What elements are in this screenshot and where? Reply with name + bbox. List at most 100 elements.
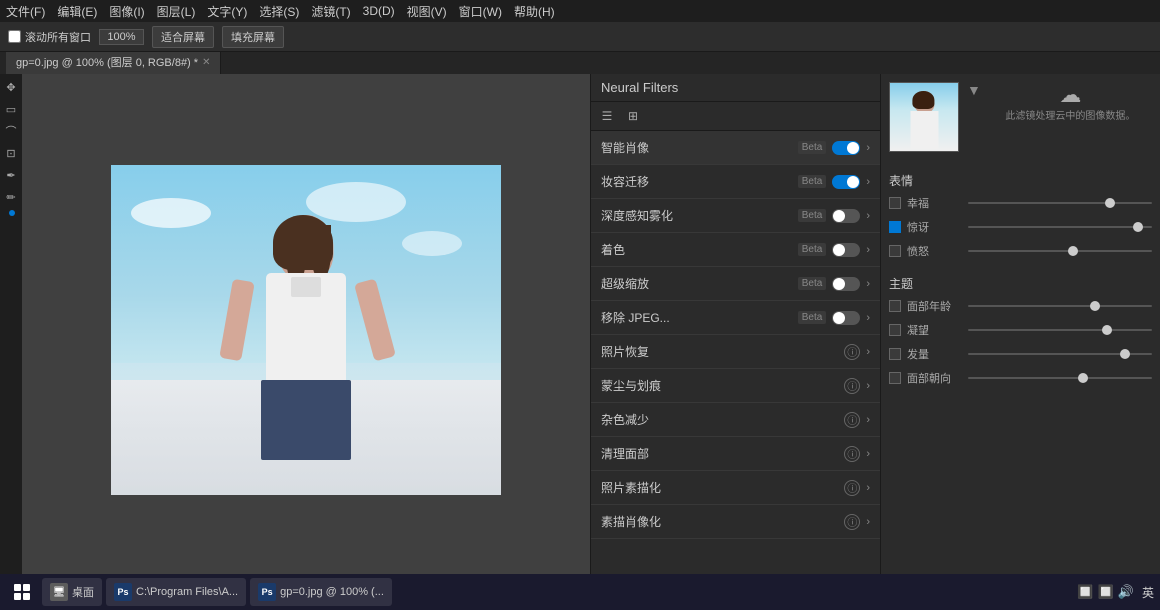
start-button[interactable] <box>6 578 38 606</box>
filter-toggle-0[interactable] <box>832 141 860 155</box>
filter-item-noise[interactable]: 杂色减少 ⓘ › <box>591 403 880 437</box>
slider-checkbox-surprise[interactable] <box>889 221 901 233</box>
menu-window[interactable]: 窗口(W) <box>459 3 502 20</box>
filter-arrow-1[interactable]: › <box>866 176 870 188</box>
filter-item-sketch[interactable]: 照片素描化 ⓘ › <box>591 471 880 505</box>
slider-thumb-gaze[interactable] <box>1102 325 1112 335</box>
menu-layer[interactable]: 图层(L) <box>157 3 196 20</box>
tool-eyedrop[interactable]: ✒ <box>2 166 20 184</box>
filter-item-clean-face[interactable]: 清理面部 ⓘ › <box>591 437 880 471</box>
filter-arrow-4[interactable]: › <box>866 278 870 290</box>
filter-toolbar-btn-1[interactable]: ☰ <box>597 106 617 126</box>
slider-checkbox-gaze[interactable] <box>889 324 901 336</box>
slider-checkbox-hair[interactable] <box>889 348 901 360</box>
filter-arrow-2[interactable]: › <box>866 210 870 222</box>
slider-label-gaze: 凝望 <box>907 322 962 338</box>
scroll-all-checkbox-container[interactable]: 滚动所有窗口 <box>8 29 91 45</box>
menu-filter[interactable]: 滤镜(T) <box>311 3 350 20</box>
filter-info-6[interactable]: ⓘ <box>844 344 860 360</box>
tool-move[interactable]: ✥ <box>2 78 20 96</box>
slider-thumb-face-dir[interactable] <box>1078 373 1088 383</box>
filter-arrow-3[interactable]: › <box>866 244 870 256</box>
filter-item-remove-jpeg[interactable]: 移除 JPEG... Beta › <box>591 301 880 335</box>
filter-item-depth-fog[interactable]: 深度感知雾化 Beta › <box>591 199 880 233</box>
filter-info-8[interactable]: ⓘ <box>844 412 860 428</box>
right-settings-panel: ▼ ☁ 此滤镜处理云中的图像数据。 表情 幸福 惊讶 <box>880 74 1160 586</box>
slider-thumb-surprise[interactable] <box>1133 222 1143 232</box>
neural-filters-panel: Neural Filters ☰ ⊞ 智能肖像 Beta › 妆容迁移 Beta <box>590 74 880 586</box>
filter-item-colorize[interactable]: 着色 Beta › <box>591 233 880 267</box>
filter-toggle-4[interactable] <box>832 277 860 291</box>
filter-toggle-5[interactable] <box>832 311 860 325</box>
taskbar-app-2[interactable]: Ps gp=0.jpg @ 100% (... <box>250 578 392 606</box>
slider-track-hair[interactable] <box>968 353 1152 355</box>
canvas-area[interactable] <box>22 74 590 586</box>
tray-icon-1[interactable]: 🔲 <box>1077 584 1093 600</box>
filter-arrow-8[interactable]: › <box>866 414 870 426</box>
preview-expand-arrow[interactable]: ▼ <box>967 82 981 98</box>
filter-name-2: 深度感知雾化 <box>601 207 798 224</box>
tray-icon-2[interactable]: 🔲 <box>1098 584 1114 600</box>
filter-item-photo-restore[interactable]: 照片恢复 ⓘ › <box>591 335 880 369</box>
filter-toggle-1[interactable] <box>832 175 860 189</box>
tab-item[interactable]: gp=0.jpg @ 100% (图层 0, RGB/8#) * ✕ <box>6 52 221 74</box>
filter-arrow-11[interactable]: › <box>866 516 870 528</box>
slider-checkbox-happiness[interactable] <box>889 197 901 209</box>
filter-arrow-10[interactable]: › <box>866 482 870 494</box>
filter-item-dust[interactable]: 蒙尘与划痕 ⓘ › <box>591 369 880 403</box>
menu-file[interactable]: 文件(F) <box>6 3 45 20</box>
menu-view[interactable]: 视图(V) <box>407 3 447 20</box>
slider-thumb-happiness[interactable] <box>1105 198 1115 208</box>
filter-toggle-2[interactable] <box>832 209 860 223</box>
slider-thumb-face-age[interactable] <box>1090 301 1100 311</box>
filter-info-7[interactable]: ⓘ <box>844 378 860 394</box>
tool-select[interactable]: ▭ <box>2 100 20 118</box>
slider-thumb-anger[interactable] <box>1068 246 1078 256</box>
slider-checkbox-face-dir[interactable] <box>889 372 901 384</box>
filter-toolbar-btn-2[interactable]: ⊞ <box>623 106 643 126</box>
menu-select[interactable]: 选择(S) <box>259 3 299 20</box>
tool-brush[interactable]: ✏ <box>2 188 20 206</box>
taskbar-app-1[interactable]: Ps C:\Program Files\A... <box>106 578 246 606</box>
menu-3d[interactable]: 3D(D) <box>363 4 395 18</box>
zoom-input[interactable] <box>99 29 144 45</box>
slider-track-gaze[interactable] <box>968 329 1152 331</box>
filter-item-smart-portrait[interactable]: 智能肖像 Beta › <box>591 131 880 165</box>
slider-thumb-hair[interactable] <box>1120 349 1130 359</box>
filter-toggle-3[interactable] <box>832 243 860 257</box>
slider-checkbox-anger[interactable] <box>889 245 901 257</box>
taskbar-desktop[interactable]: 🖥 桌面 <box>42 578 102 606</box>
filter-arrow-9[interactable]: › <box>866 448 870 460</box>
filter-info-9[interactable]: ⓘ <box>844 446 860 462</box>
filter-list[interactable]: 智能肖像 Beta › 妆容迁移 Beta › 深度感知雾化 Beta <box>591 131 880 586</box>
slider-track-happiness[interactable] <box>968 202 1152 204</box>
menu-image[interactable]: 图像(I) <box>109 3 144 20</box>
filter-arrow-0[interactable]: › <box>866 142 870 154</box>
menu-type[interactable]: 文字(Y) <box>207 3 247 20</box>
filter-item-makeup[interactable]: 妆容迁移 Beta › <box>591 165 880 199</box>
slider-checkbox-face-age[interactable] <box>889 300 901 312</box>
tab-close-button[interactable]: ✕ <box>202 52 210 74</box>
slider-track-face-age[interactable] <box>968 305 1152 307</box>
slider-row-hair: 发量 <box>889 346 1152 362</box>
filter-arrow-5[interactable]: › <box>866 312 870 324</box>
fit-screen-button[interactable]: 适合屏幕 <box>152 26 214 48</box>
filter-item-super-zoom[interactable]: 超级缩放 Beta › <box>591 267 880 301</box>
menu-edit[interactable]: 编辑(E) <box>57 3 97 20</box>
fill-screen-button[interactable]: 填充屏幕 <box>222 26 284 48</box>
tray-icon-sound[interactable]: 🔊 <box>1118 584 1134 600</box>
tool-lasso[interactable]: ⌒ <box>2 122 20 140</box>
slider-track-face-dir[interactable] <box>968 377 1152 379</box>
scroll-all-checkbox[interactable] <box>8 30 21 43</box>
slider-track-anger[interactable] <box>968 250 1152 252</box>
filter-info-11[interactable]: ⓘ <box>844 514 860 530</box>
preview-thumbnail <box>889 82 959 152</box>
input-method-indicator[interactable]: 英 <box>1142 584 1154 601</box>
menu-help[interactable]: 帮助(H) <box>514 3 555 20</box>
filter-arrow-6[interactable]: › <box>866 346 870 358</box>
tool-crop[interactable]: ⊡ <box>2 144 20 162</box>
filter-item-portrait-sketch[interactable]: 素描肖像化 ⓘ › <box>591 505 880 539</box>
filter-info-10[interactable]: ⓘ <box>844 480 860 496</box>
filter-arrow-7[interactable]: › <box>866 380 870 392</box>
slider-track-surprise[interactable] <box>968 226 1152 228</box>
